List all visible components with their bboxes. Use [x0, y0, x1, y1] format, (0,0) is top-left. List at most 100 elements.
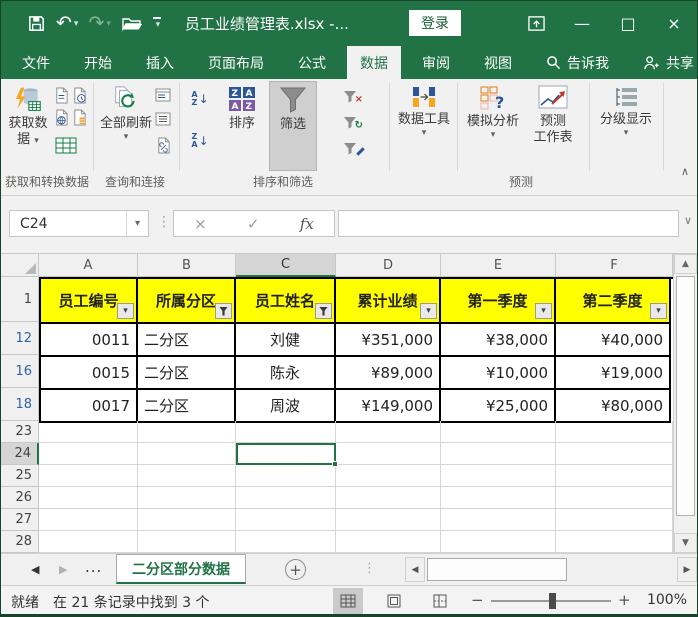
close-button[interactable]: × [651, 1, 697, 46]
from-table-button[interactable] [53, 135, 79, 155]
cell-e18[interactable]: ¥25,000 [441, 390, 556, 423]
header-cell-a1[interactable]: 员工编号 ▾ [41, 279, 138, 324]
cell-b18[interactable]: 二分区 [138, 390, 236, 423]
sort-button[interactable]: ZAAZ 排序 [219, 81, 265, 171]
zoom-out-button[interactable]: − [471, 591, 484, 609]
column-header-c[interactable]: C [236, 254, 336, 277]
get-data-button[interactable]: 获取数据 ▾ [7, 81, 49, 171]
tab-view[interactable]: 视图 [471, 46, 525, 79]
cell-c18[interactable]: 周波 [236, 390, 336, 423]
scroll-down-button[interactable]: ▼ [674, 533, 697, 553]
page-layout-view-button[interactable] [379, 588, 409, 614]
empty-cells-area[interactable] [39, 421, 673, 553]
sort-descending-button[interactable]: Z A ↓ [187, 129, 213, 153]
zoom-slider-thumb[interactable] [549, 593, 556, 609]
header-cell-e1[interactable]: 第一季度 ▾ [441, 279, 556, 324]
cell-f18[interactable]: ¥80,000 [556, 390, 671, 423]
sheet-tab-active[interactable]: 二分区部分数据 [116, 554, 246, 584]
open-button[interactable] [121, 15, 143, 33]
horizontal-scrollbar[interactable]: ◀ ▶ [405, 557, 697, 582]
connection-properties-button[interactable] [153, 85, 173, 105]
cell-c12[interactable]: 刘健 [236, 324, 336, 357]
redo-button[interactable]: ↷ ▾ [88, 14, 110, 33]
outline-button[interactable]: 分级显示 ▾ [595, 81, 657, 171]
cell-b12[interactable]: 二分区 [138, 324, 236, 357]
insert-function-button[interactable]: fx [300, 215, 314, 233]
vertical-scroll-thumb[interactable] [676, 276, 695, 516]
filter-button[interactable]: 筛选 [269, 81, 317, 171]
sheet-nav-left-button[interactable]: ◀ [31, 563, 39, 576]
header-cell-b1[interactable]: 所属分区 [138, 279, 236, 324]
column-header-f[interactable]: F [556, 254, 673, 277]
undo-button[interactable]: ↶ ▾ [56, 14, 78, 33]
formula-input[interactable] [338, 210, 679, 237]
cell-a12[interactable]: 0011 [41, 324, 138, 357]
tab-page-layout[interactable]: 页面布局 [195, 46, 277, 79]
zoom-in-button[interactable]: + [618, 591, 631, 609]
filter-dropdown-d[interactable]: ▾ [420, 303, 437, 319]
row-header-26[interactable]: 26 [1, 487, 39, 509]
normal-view-button[interactable] [333, 588, 363, 614]
ribbon-display-options-button[interactable] [513, 1, 559, 46]
enter-formula-button[interactable]: ✓ [247, 215, 260, 233]
expand-formula-bar-button[interactable]: ∨ [684, 214, 692, 227]
scroll-up-button[interactable]: ▲ [674, 254, 697, 274]
column-header-d[interactable]: D [336, 254, 441, 277]
column-header-a[interactable]: A [39, 254, 138, 277]
filter-dropdown-c-active[interactable] [315, 303, 332, 319]
save-button[interactable] [27, 14, 46, 33]
select-all-button[interactable] [1, 254, 39, 277]
active-cell-c24[interactable] [236, 443, 338, 467]
cell-f12[interactable]: ¥40,000 [556, 324, 671, 357]
tab-review[interactable]: 审阅 [409, 46, 463, 79]
filter-dropdown-f[interactable]: ▾ [650, 303, 667, 319]
column-header-e[interactable]: E [441, 254, 556, 277]
row-header-18[interactable]: 18 [1, 388, 39, 421]
cell-d18[interactable]: ¥149,000 [336, 390, 441, 423]
cell-d16[interactable]: ¥89,000 [336, 357, 441, 390]
header-cell-c1[interactable]: 员工姓名 [236, 279, 336, 324]
existing-connections-button[interactable] [69, 107, 89, 127]
show-queries-button[interactable] [153, 109, 173, 129]
horizontal-scroll-thumb[interactable] [427, 558, 567, 581]
name-box-caret-icon[interactable]: ▾ [126, 211, 148, 236]
header-cell-f1[interactable]: 第二季度 ▾ [556, 279, 671, 324]
recent-sources-button[interactable] [69, 85, 89, 105]
edit-links-button[interactable] [153, 135, 173, 155]
row-header-1[interactable]: 1 [1, 277, 39, 322]
vertical-scrollbar[interactable]: ▲ ▼ [673, 254, 697, 553]
row-header-25[interactable]: 25 [1, 465, 39, 487]
sheet-tabs-ellipsis[interactable]: ... [85, 558, 102, 576]
filter-dropdown-e[interactable]: ▾ [535, 303, 552, 319]
new-sheet-button[interactable]: + [285, 559, 306, 580]
row-header-24[interactable]: 24 [1, 443, 39, 465]
forecast-sheet-button[interactable]: 预测 工作表 [525, 81, 581, 171]
fill-handle[interactable] [332, 461, 338, 467]
tab-home[interactable]: 开始 [71, 46, 125, 79]
tab-formulas[interactable]: 公式 [285, 46, 339, 79]
cell-e16[interactable]: ¥10,000 [441, 357, 556, 390]
cell-b16[interactable]: 二分区 [138, 357, 236, 390]
zoom-level[interactable]: 100% [647, 592, 687, 608]
tab-insert[interactable]: 插入 [133, 46, 187, 79]
cancel-formula-button[interactable]: × [194, 215, 207, 233]
cell-a16[interactable]: 0015 [41, 357, 138, 390]
reapply-filter-button[interactable]: ↻ [339, 111, 363, 131]
row-header-16[interactable]: 16 [1, 355, 39, 388]
cell-c16[interactable]: 陈永 [236, 357, 336, 390]
tab-scroll-splitter[interactable]: ⋮ [363, 561, 376, 576]
cell-a18[interactable]: 0017 [41, 390, 138, 423]
name-box[interactable]: C24 ▾ [9, 210, 149, 237]
tab-share[interactable]: 共享 [630, 46, 697, 79]
collapse-ribbon-button[interactable]: ∧ [681, 165, 689, 178]
maximize-button[interactable]: □ [605, 1, 651, 46]
advanced-filter-button[interactable] [339, 137, 365, 157]
column-header-b[interactable]: B [138, 254, 236, 277]
row-header-12[interactable]: 12 [1, 322, 39, 355]
sign-in-button[interactable]: 登录 [409, 10, 461, 36]
row-header-23[interactable]: 23 [1, 421, 39, 443]
filter-dropdown-b-active[interactable] [215, 303, 232, 319]
cell-f16[interactable]: ¥19,000 [556, 357, 671, 390]
clear-filter-button[interactable]: × [339, 85, 363, 105]
formula-bar-splitter[interactable]: ⋮ [157, 214, 171, 230]
